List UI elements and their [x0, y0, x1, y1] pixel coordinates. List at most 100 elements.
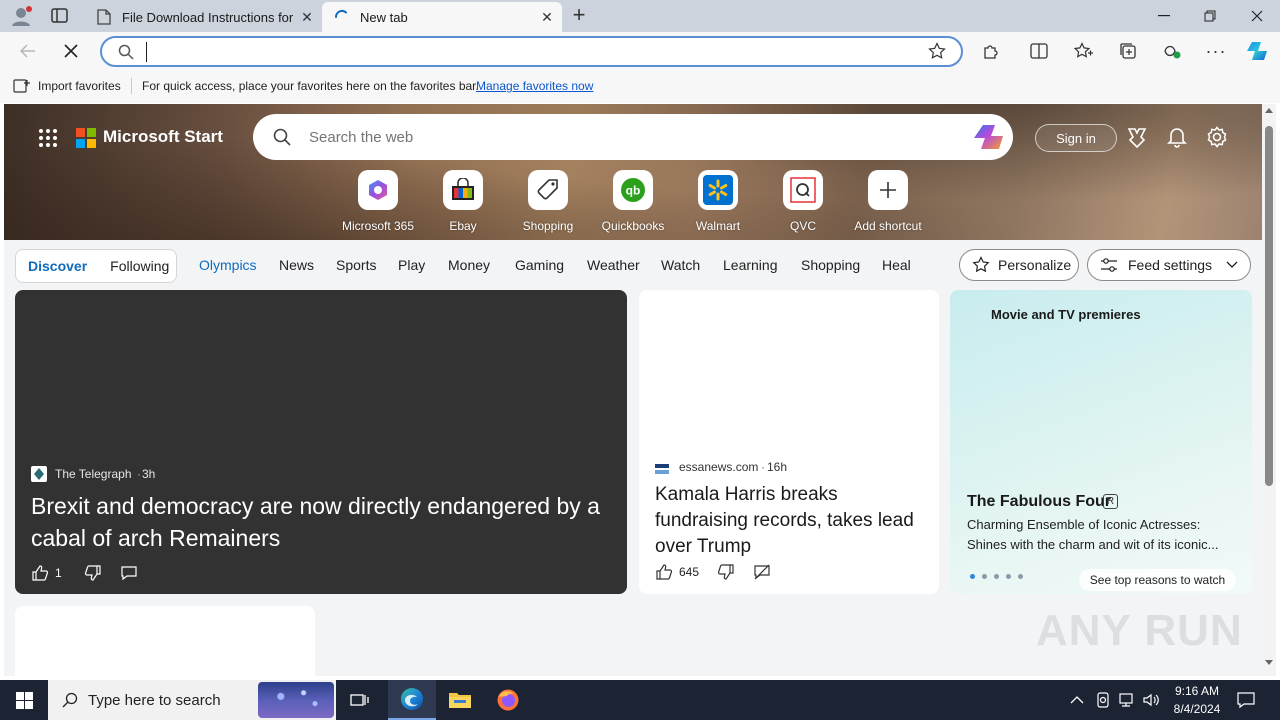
tab-title: New tab — [360, 9, 408, 25]
shortcut-add[interactable]: Add shortcut — [846, 170, 930, 233]
see-reasons-button[interactable]: See top reasons to watch — [1079, 569, 1236, 591]
import-favorites-icon[interactable] — [13, 78, 31, 97]
comments-off-icon[interactable] — [753, 563, 771, 581]
news-card-partial[interactable] — [15, 606, 315, 676]
close-tab-icon[interactable]: ✕ — [296, 6, 318, 28]
address-bar[interactable] — [100, 36, 963, 67]
restore-button[interactable] — [1187, 0, 1233, 32]
back-button[interactable] — [12, 35, 44, 67]
volume-icon[interactable] — [1142, 691, 1160, 714]
address-input[interactable] — [146, 42, 906, 62]
tab-actions-icon[interactable] — [50, 7, 70, 25]
shortcut-walmart[interactable]: Walmart — [676, 170, 760, 233]
carousel-dot[interactable] — [970, 574, 975, 579]
rating-badge: R — [1103, 494, 1118, 509]
shortcut-qvc[interactable]: QVC — [761, 170, 845, 233]
network-icon[interactable] — [1118, 692, 1136, 713]
scroll-down-arrow[interactable] — [1265, 660, 1273, 665]
favorites-divider — [131, 78, 132, 94]
walmart-icon — [698, 170, 738, 210]
svg-text:qb: qb — [626, 184, 641, 198]
nav-watch[interactable]: Watch — [661, 257, 700, 273]
device-icon[interactable] — [1095, 691, 1111, 714]
nav-money[interactable]: Money — [448, 257, 490, 273]
notification-center-icon[interactable] — [1236, 690, 1256, 715]
dislike-icon[interactable] — [84, 564, 102, 582]
news-card-main[interactable]: The Telegraph · 3h Brexit and democracy … — [15, 290, 627, 594]
like-icon[interactable] — [655, 563, 673, 581]
dislike-icon[interactable] — [717, 563, 735, 581]
comment-icon[interactable] — [120, 564, 138, 582]
split-screen-icon[interactable] — [1023, 35, 1055, 67]
carousel-dot[interactable] — [1018, 574, 1023, 579]
source-name: essanews.com — [679, 460, 759, 474]
tab-new-tab[interactable]: New tab ✕ — [322, 2, 562, 32]
favorites-bar: Import favorites For quick access, place… — [0, 70, 1280, 103]
new-tab-button[interactable]: + — [566, 4, 592, 27]
task-view-icon[interactable] — [340, 688, 380, 712]
personalize-button[interactable]: Personalize — [959, 249, 1079, 281]
import-favorites-button[interactable]: Import favorites — [38, 79, 121, 93]
page-scrollbar[interactable] — [1262, 104, 1276, 676]
clock[interactable]: 9:16 AM 8/4/2024 — [1166, 682, 1228, 718]
favorites-icon[interactable] — [1068, 35, 1100, 67]
shortcut-shopping[interactable]: Shopping — [506, 170, 590, 233]
taskbar-search-box[interactable]: Type here to search — [48, 680, 336, 720]
movie-premieres-card[interactable]: Movie and TV premieres The Fabulous Four… — [950, 290, 1252, 594]
nav-weather[interactable]: Weather — [587, 257, 640, 273]
shortcut-microsoft-365[interactable]: Microsoft 365 — [336, 170, 420, 233]
collections-icon[interactable] — [1112, 35, 1144, 67]
nav-sports[interactable]: Sports — [336, 257, 376, 273]
shortcut-ebay[interactable]: Ebay — [421, 170, 505, 233]
minimize-button[interactable] — [1141, 0, 1187, 32]
app-launcher-icon[interactable] — [38, 128, 58, 148]
card-header: Movie and TV premieres — [991, 307, 1141, 322]
rewards-icon[interactable] — [1126, 126, 1148, 153]
scroll-up-arrow[interactable] — [1265, 108, 1273, 113]
show-hidden-icons[interactable] — [1070, 692, 1084, 710]
file-explorer-button[interactable] — [436, 680, 484, 720]
nav-learning[interactable]: Learning — [723, 257, 778, 273]
shortcut-quickbooks[interactable]: qb Quickbooks — [591, 170, 675, 233]
settings-gear-icon[interactable] — [1206, 126, 1228, 153]
start-button[interactable] — [0, 680, 48, 720]
feed-settings-button[interactable]: Feed settings — [1087, 249, 1251, 281]
close-tab-icon[interactable]: ✕ — [536, 6, 558, 28]
headline[interactable]: Kamala Harris breaks fundraising records… — [655, 482, 917, 560]
search-icon — [62, 692, 78, 708]
stop-loading-button[interactable] — [55, 35, 87, 67]
news-card-second[interactable]: essanews.com · 16h Kamala Harris breaks … — [639, 290, 939, 594]
favorite-star-icon[interactable] — [928, 42, 946, 65]
more-menu-icon[interactable]: ··· — [1200, 35, 1232, 67]
tab-file-download[interactable]: File Download Instructions for Sa ✕ — [84, 2, 322, 32]
nav-olympics[interactable]: Olympics — [199, 257, 257, 273]
brand-title[interactable]: Microsoft Start — [103, 127, 223, 147]
browser-essentials-icon[interactable] — [1156, 35, 1188, 67]
web-search-input[interactable] — [307, 127, 907, 147]
copilot-icon[interactable] — [973, 123, 1003, 156]
nav-health[interactable]: Heal — [882, 257, 911, 273]
notifications-icon[interactable] — [1167, 126, 1187, 153]
copilot-icon[interactable] — [1242, 35, 1274, 67]
movie-title[interactable]: The Fabulous Four — [967, 493, 1111, 511]
following-tab[interactable]: Following — [110, 258, 169, 274]
manage-favorites-link[interactable]: Manage favorites now — [476, 79, 593, 93]
headline[interactable]: Brexit and democracy are now directly en… — [31, 490, 611, 554]
like-icon[interactable] — [31, 564, 49, 582]
edge-taskbar-button[interactable] — [388, 680, 436, 720]
carousel-dot[interactable] — [982, 574, 987, 579]
nav-play[interactable]: Play — [398, 257, 425, 273]
scroll-thumb[interactable] — [1265, 126, 1273, 486]
extensions-icon[interactable] — [975, 35, 1007, 67]
profile-icon[interactable] — [10, 5, 34, 27]
carousel-dot[interactable] — [1006, 574, 1011, 579]
sign-in-button[interactable]: Sign in — [1035, 124, 1117, 152]
discover-tab[interactable]: Discover — [28, 258, 87, 274]
firefox-button[interactable] — [484, 680, 532, 720]
carousel-dot[interactable] — [994, 574, 999, 579]
nav-news[interactable]: News — [279, 257, 314, 273]
web-search-box[interactable] — [253, 114, 1013, 160]
nav-shopping[interactable]: Shopping — [801, 257, 860, 273]
close-window-button[interactable] — [1234, 0, 1280, 32]
nav-gaming[interactable]: Gaming — [515, 257, 564, 273]
